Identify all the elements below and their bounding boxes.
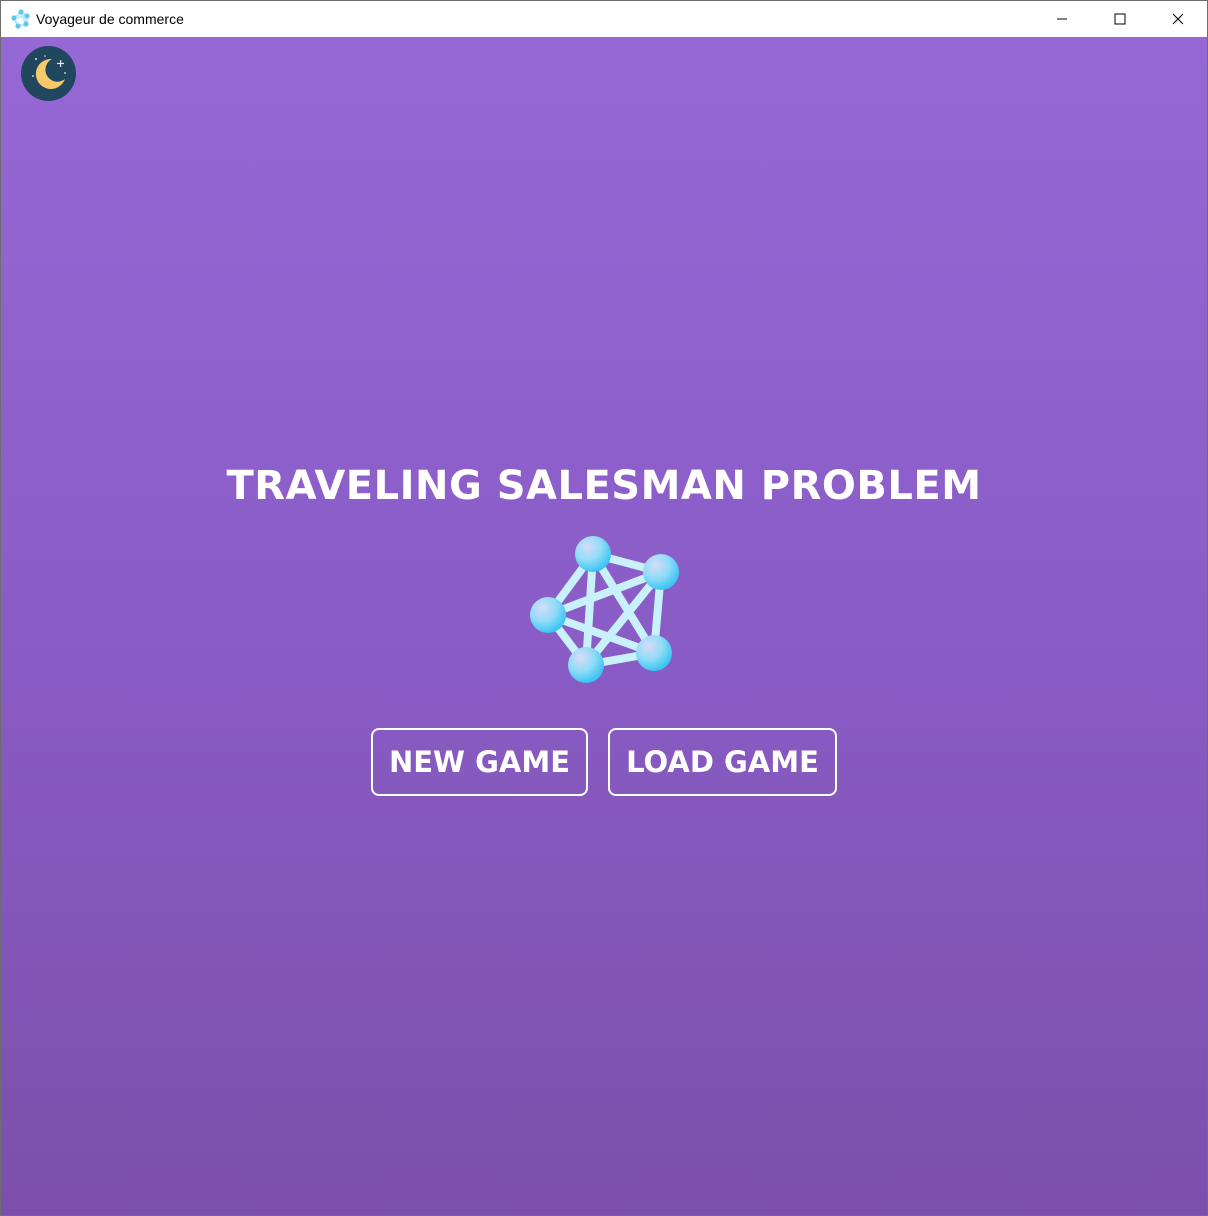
close-icon (1172, 13, 1184, 25)
network-graph-icon (530, 536, 679, 683)
load-game-button[interactable]: LOAD GAME (608, 728, 837, 796)
window-title: Voyageur de commerce (36, 11, 184, 27)
moon-icon (32, 55, 66, 89)
minimize-icon (1057, 18, 1067, 20)
page-title: TRAVELING SALESMAN PROBLEM (226, 463, 982, 509)
new-game-button[interactable]: NEW GAME (371, 728, 588, 796)
window-controls (1033, 1, 1207, 37)
app-icon (11, 9, 31, 29)
minimize-button[interactable] (1033, 1, 1091, 37)
theme-toggle-button[interactable] (21, 46, 76, 101)
maximize-icon (1114, 13, 1126, 25)
title-bar[interactable]: Voyageur de commerce (1, 1, 1207, 37)
main-content: TRAVELING SALESMAN PROBLEM NEW GAME LOAD… (1, 37, 1207, 1215)
app-window: Voyageur de commerce TRAVELING SALESMAN … (0, 0, 1208, 1216)
maximize-button[interactable] (1091, 1, 1149, 37)
close-button[interactable] (1149, 1, 1207, 37)
